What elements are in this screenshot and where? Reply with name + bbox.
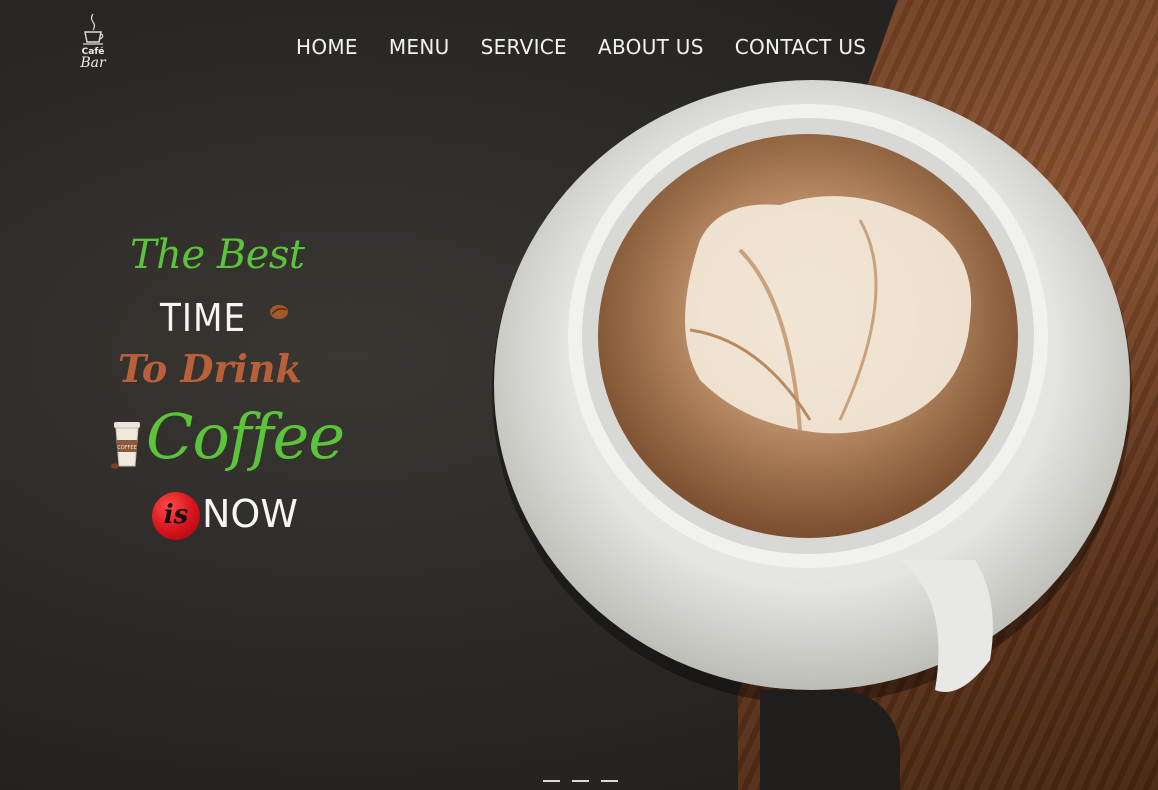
nav-home[interactable]: HOME [296,30,358,64]
main-navigation: HOME MENU SERVICE ABOUT US CONTACT US [296,30,866,64]
nav-contact-us[interactable]: CONTACT US [735,30,867,64]
slider-dot-3[interactable] [601,780,618,782]
hero-headline: The Best TIME To Drink COFFEE Coffee is … [100,230,345,550]
headline-time: TIME [160,296,247,340]
headline-coffee: Coffee [146,400,345,473]
is-badge: is [152,492,200,540]
nav-menu[interactable]: MENU [389,30,450,64]
headline-now: NOW [202,492,298,536]
takeaway-cup-icon: COFFEE [111,422,140,469]
headline-the-best: The Best [130,232,305,278]
slider-indicators [543,780,618,782]
cup-label: COFFEE [117,445,137,451]
table-shadow [760,690,900,790]
headline-to-drink: To Drink [118,346,302,391]
logo-text-bar: Bar [80,55,106,71]
cafe-bar-logo[interactable]: Café Bar [68,12,118,86]
slider-dot-2[interactable] [572,780,589,782]
nav-about-us[interactable]: ABOUT US [598,30,704,64]
nav-service[interactable]: SERVICE [481,30,567,64]
coffee-cup-icon [83,13,104,45]
slider-dot-1[interactable] [543,780,560,782]
coffee-bean-icon [270,305,288,319]
